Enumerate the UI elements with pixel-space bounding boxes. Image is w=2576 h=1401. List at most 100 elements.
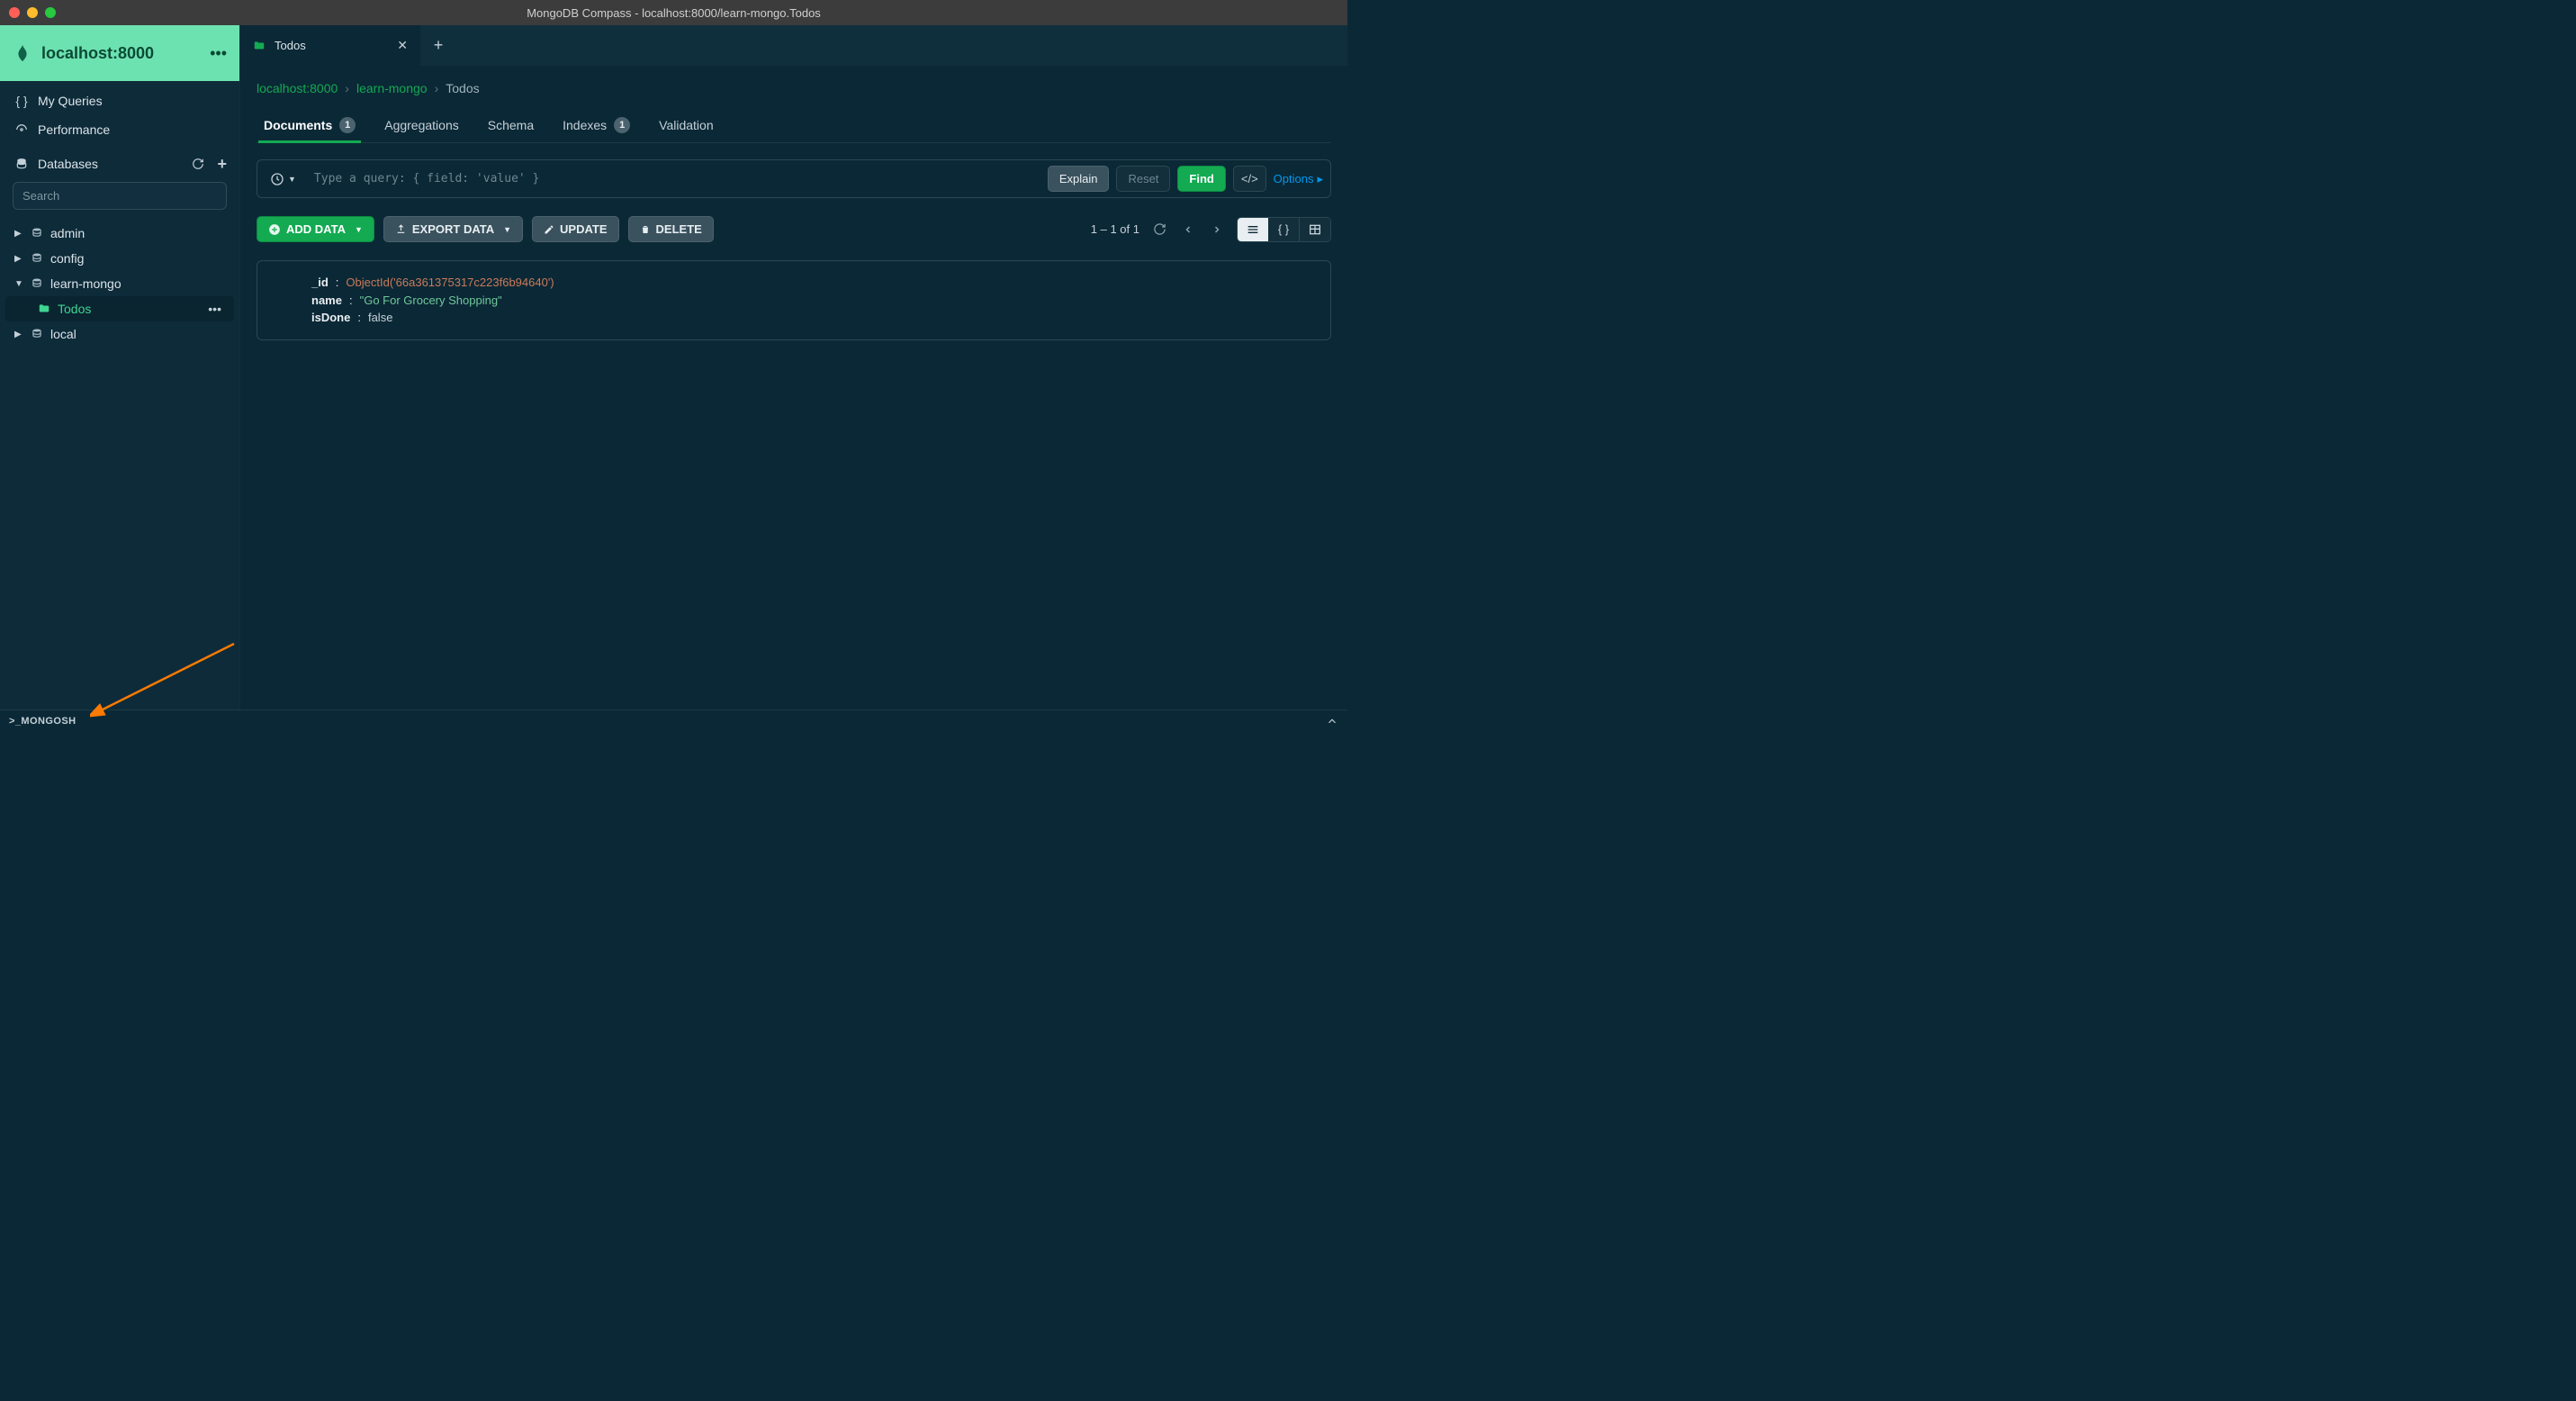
folder-icon — [38, 303, 50, 315]
sidebar-label: Performance — [38, 122, 110, 137]
caret-down-icon: ▼ — [288, 175, 296, 184]
doc-key-isdone: isDone — [311, 309, 350, 327]
documents-toolbar: ADD DATA ▼ EXPORT DATA ▼ U — [257, 216, 1331, 242]
tab-badge: 1 — [614, 117, 630, 133]
traffic-lights — [9, 7, 56, 18]
prev-page-button[interactable] — [1179, 224, 1197, 235]
chevron-up-icon[interactable] — [1326, 715, 1338, 728]
window-titlebar: MongoDB Compass - localhost:8000/learn-m… — [0, 0, 1347, 25]
refresh-documents-button[interactable] — [1150, 222, 1168, 236]
tab-badge: 1 — [339, 117, 356, 133]
braces-icon: { } — [14, 94, 29, 108]
tab-documents[interactable]: Documents 1 — [258, 108, 361, 142]
query-history-button[interactable]: ▼ — [265, 168, 302, 190]
database-item-learn-mongo[interactable]: ▼ learn-mongo — [5, 271, 234, 296]
pencil-icon — [544, 224, 554, 235]
delete-button[interactable]: DELETE — [628, 216, 714, 242]
query-bar: ▼ Explain Reset Find </> Options ▸ — [257, 159, 1331, 198]
view-json-button[interactable]: { } — [1268, 218, 1299, 241]
document-card[interactable]: _id: ObjectId('66a361375317c223f6b94640'… — [257, 260, 1331, 340]
database-item-config[interactable]: ▶ config — [5, 246, 234, 271]
create-database-button[interactable]: + — [217, 158, 227, 170]
view-table-button[interactable] — [1300, 218, 1330, 241]
caret-down-icon: ▼ — [14, 279, 23, 289]
mongosh-label: >_MONGOSH — [9, 716, 77, 727]
tab-schema[interactable]: Schema — [482, 108, 539, 142]
database-item-admin[interactable]: ▶ admin — [5, 221, 234, 246]
connection-header: localhost:8000 ••• — [0, 25, 239, 81]
view-list-button[interactable] — [1238, 218, 1268, 241]
databases-header: Databases + — [0, 149, 239, 176]
tab-label: Documents — [264, 118, 332, 132]
database-tree: ▶ admin ▶ config ▼ learn-mongo Todos ••• — [0, 217, 239, 350]
database-item-local[interactable]: ▶ local — [5, 321, 234, 347]
toggle-query-syntax-button[interactable]: </> — [1233, 166, 1266, 192]
database-icon — [31, 252, 43, 265]
main-area: Todos ✕ + localhost:8000 › learn-mongo ›… — [240, 25, 1347, 710]
tab-close-button[interactable]: ✕ — [397, 38, 408, 53]
doc-value-id: ObjectId('66a361375317c223f6b94640') — [346, 274, 554, 292]
workspace-tabbar: Todos ✕ + — [240, 25, 1347, 67]
sidebar-performance[interactable]: Performance — [0, 115, 239, 144]
database-search-input[interactable] — [13, 182, 227, 210]
tab-label: Aggregations — [384, 118, 459, 132]
tab-validation[interactable]: Validation — [653, 108, 718, 142]
export-data-button[interactable]: EXPORT DATA ▼ — [383, 216, 523, 242]
doc-key-id: _id — [311, 274, 329, 292]
breadcrumb-host[interactable]: localhost:8000 — [257, 81, 338, 95]
minimize-window-button[interactable] — [27, 7, 38, 18]
database-name: config — [50, 251, 84, 266]
find-button[interactable]: Find — [1177, 166, 1225, 192]
close-window-button[interactable] — [9, 7, 20, 18]
caret-right-icon: ▶ — [14, 254, 23, 264]
breadcrumb-database[interactable]: learn-mongo — [356, 81, 428, 95]
mongodb-leaf-icon — [13, 43, 32, 63]
refresh-databases-button[interactable] — [192, 158, 204, 170]
code-icon: </> — [1241, 172, 1258, 185]
tab-label: Todos — [275, 39, 306, 52]
chevron-right-icon: › — [435, 81, 439, 95]
clock-icon — [270, 172, 284, 186]
caret-down-icon: ▼ — [355, 225, 363, 234]
reset-button[interactable]: Reset — [1116, 166, 1170, 192]
doc-value-isdone: false — [368, 309, 392, 327]
database-icon — [31, 227, 43, 240]
database-icon — [31, 328, 43, 340]
gauge-icon — [14, 123, 29, 136]
connection-name: localhost:8000 — [41, 44, 154, 63]
pagination-info: 1 – 1 of 1 — [1091, 222, 1139, 236]
caret-down-icon: ▼ — [503, 225, 511, 234]
mongosh-toggle[interactable]: >_MONGOSH — [9, 716, 77, 727]
plus-circle-icon — [268, 223, 281, 236]
options-toggle[interactable]: Options ▸ — [1274, 172, 1323, 186]
query-input[interactable] — [311, 167, 1039, 191]
collection-menu-button[interactable]: ••• — [208, 302, 221, 316]
collection-item-todos[interactable]: Todos ••• — [5, 296, 234, 321]
database-icon — [31, 277, 43, 290]
databases-label: Databases — [38, 157, 98, 171]
sidebar: localhost:8000 ••• { } My Queries Perfor… — [0, 25, 240, 710]
workspace-tab-todos[interactable]: Todos ✕ — [240, 25, 420, 66]
maximize-window-button[interactable] — [45, 7, 56, 18]
export-icon — [395, 223, 407, 235]
database-name: learn-mongo — [50, 276, 122, 291]
caret-right-icon: ▶ — [14, 330, 23, 339]
tab-label: Validation — [659, 118, 713, 132]
chevron-right-icon: › — [345, 81, 349, 95]
sidebar-my-queries[interactable]: { } My Queries — [0, 86, 239, 115]
doc-key-name: name — [311, 292, 342, 310]
next-page-button[interactable] — [1208, 224, 1226, 235]
tab-aggregations[interactable]: Aggregations — [379, 108, 464, 142]
connection-menu-button[interactable]: ••• — [210, 44, 227, 63]
new-tab-button[interactable]: + — [420, 25, 456, 66]
database-icon — [14, 158, 29, 170]
footer: >_MONGOSH — [0, 710, 1347, 731]
explain-button[interactable]: Explain — [1048, 166, 1110, 192]
tab-label: Indexes — [563, 118, 607, 132]
tab-indexes[interactable]: Indexes 1 — [557, 108, 635, 142]
update-button[interactable]: UPDATE — [532, 216, 618, 242]
window-title: MongoDB Compass - localhost:8000/learn-m… — [527, 6, 821, 20]
add-data-button[interactable]: ADD DATA ▼ — [257, 216, 374, 242]
database-search — [13, 182, 227, 210]
caret-right-icon: ▸ — [1317, 172, 1323, 186]
